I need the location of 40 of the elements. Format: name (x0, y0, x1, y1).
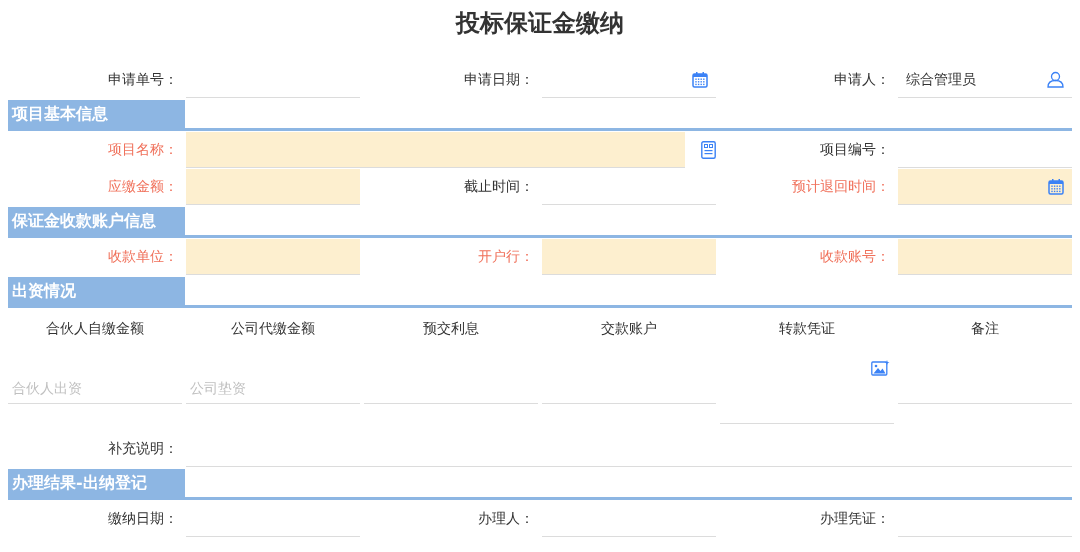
input-field[interactable] (542, 239, 716, 275)
field-label: 办理人： (478, 509, 534, 528)
field-label: 补充说明： (108, 439, 178, 458)
page-title: 投标保证金缴纳 (456, 7, 624, 39)
input-field[interactable] (898, 239, 1072, 275)
input-field[interactable] (186, 132, 685, 168)
form-icon[interactable] (701, 141, 716, 159)
field-label: 收款账号： (820, 247, 890, 266)
input-field[interactable]: 公司垫资 (186, 348, 360, 404)
input-field[interactable] (186, 239, 360, 275)
calendar-icon[interactable] (1048, 178, 1064, 195)
section-title: 项目基本信息 (12, 103, 108, 125)
column-header: 预交利息 (422, 318, 480, 338)
field-label: 项目名称： (108, 140, 178, 159)
column-header: 公司代缴金额 (230, 318, 316, 338)
field-label: 收款单位： (108, 247, 178, 266)
user-icon[interactable] (1047, 71, 1064, 88)
field-label: 预计退回时间： (792, 177, 890, 196)
field-label: 截止时间： (464, 177, 534, 196)
column-header: 交款账户 (600, 318, 658, 338)
section-title: 办理结果-出纳登记 (12, 472, 147, 494)
field-label: 办理凭证： (820, 509, 890, 528)
field-label: 开户行： (478, 247, 534, 266)
section-title: 出资情况 (12, 280, 76, 302)
calendar-icon[interactable] (692, 71, 708, 88)
field-label: 项目编号： (820, 140, 890, 159)
column-header: 备注 (970, 318, 1000, 338)
input-field[interactable] (186, 169, 360, 205)
section-title: 保证金收款账户信息 (12, 210, 156, 232)
field-label: 申请日期： (464, 70, 534, 89)
input-field[interactable]: 合伙人出资 (8, 348, 182, 404)
field-label: 申请人： (834, 70, 890, 89)
field-label: 申请单号： (108, 70, 178, 89)
image-upload-icon[interactable] (871, 360, 890, 376)
column-header: 转款凭证 (778, 318, 836, 338)
field-label: 应缴金额： (108, 177, 178, 196)
field-label: 缴纳日期： (108, 509, 178, 528)
column-header: 合伙人自缴金额 (45, 318, 145, 338)
field-value: 综合管理员 (906, 70, 976, 89)
input-field[interactable] (898, 169, 1072, 205)
